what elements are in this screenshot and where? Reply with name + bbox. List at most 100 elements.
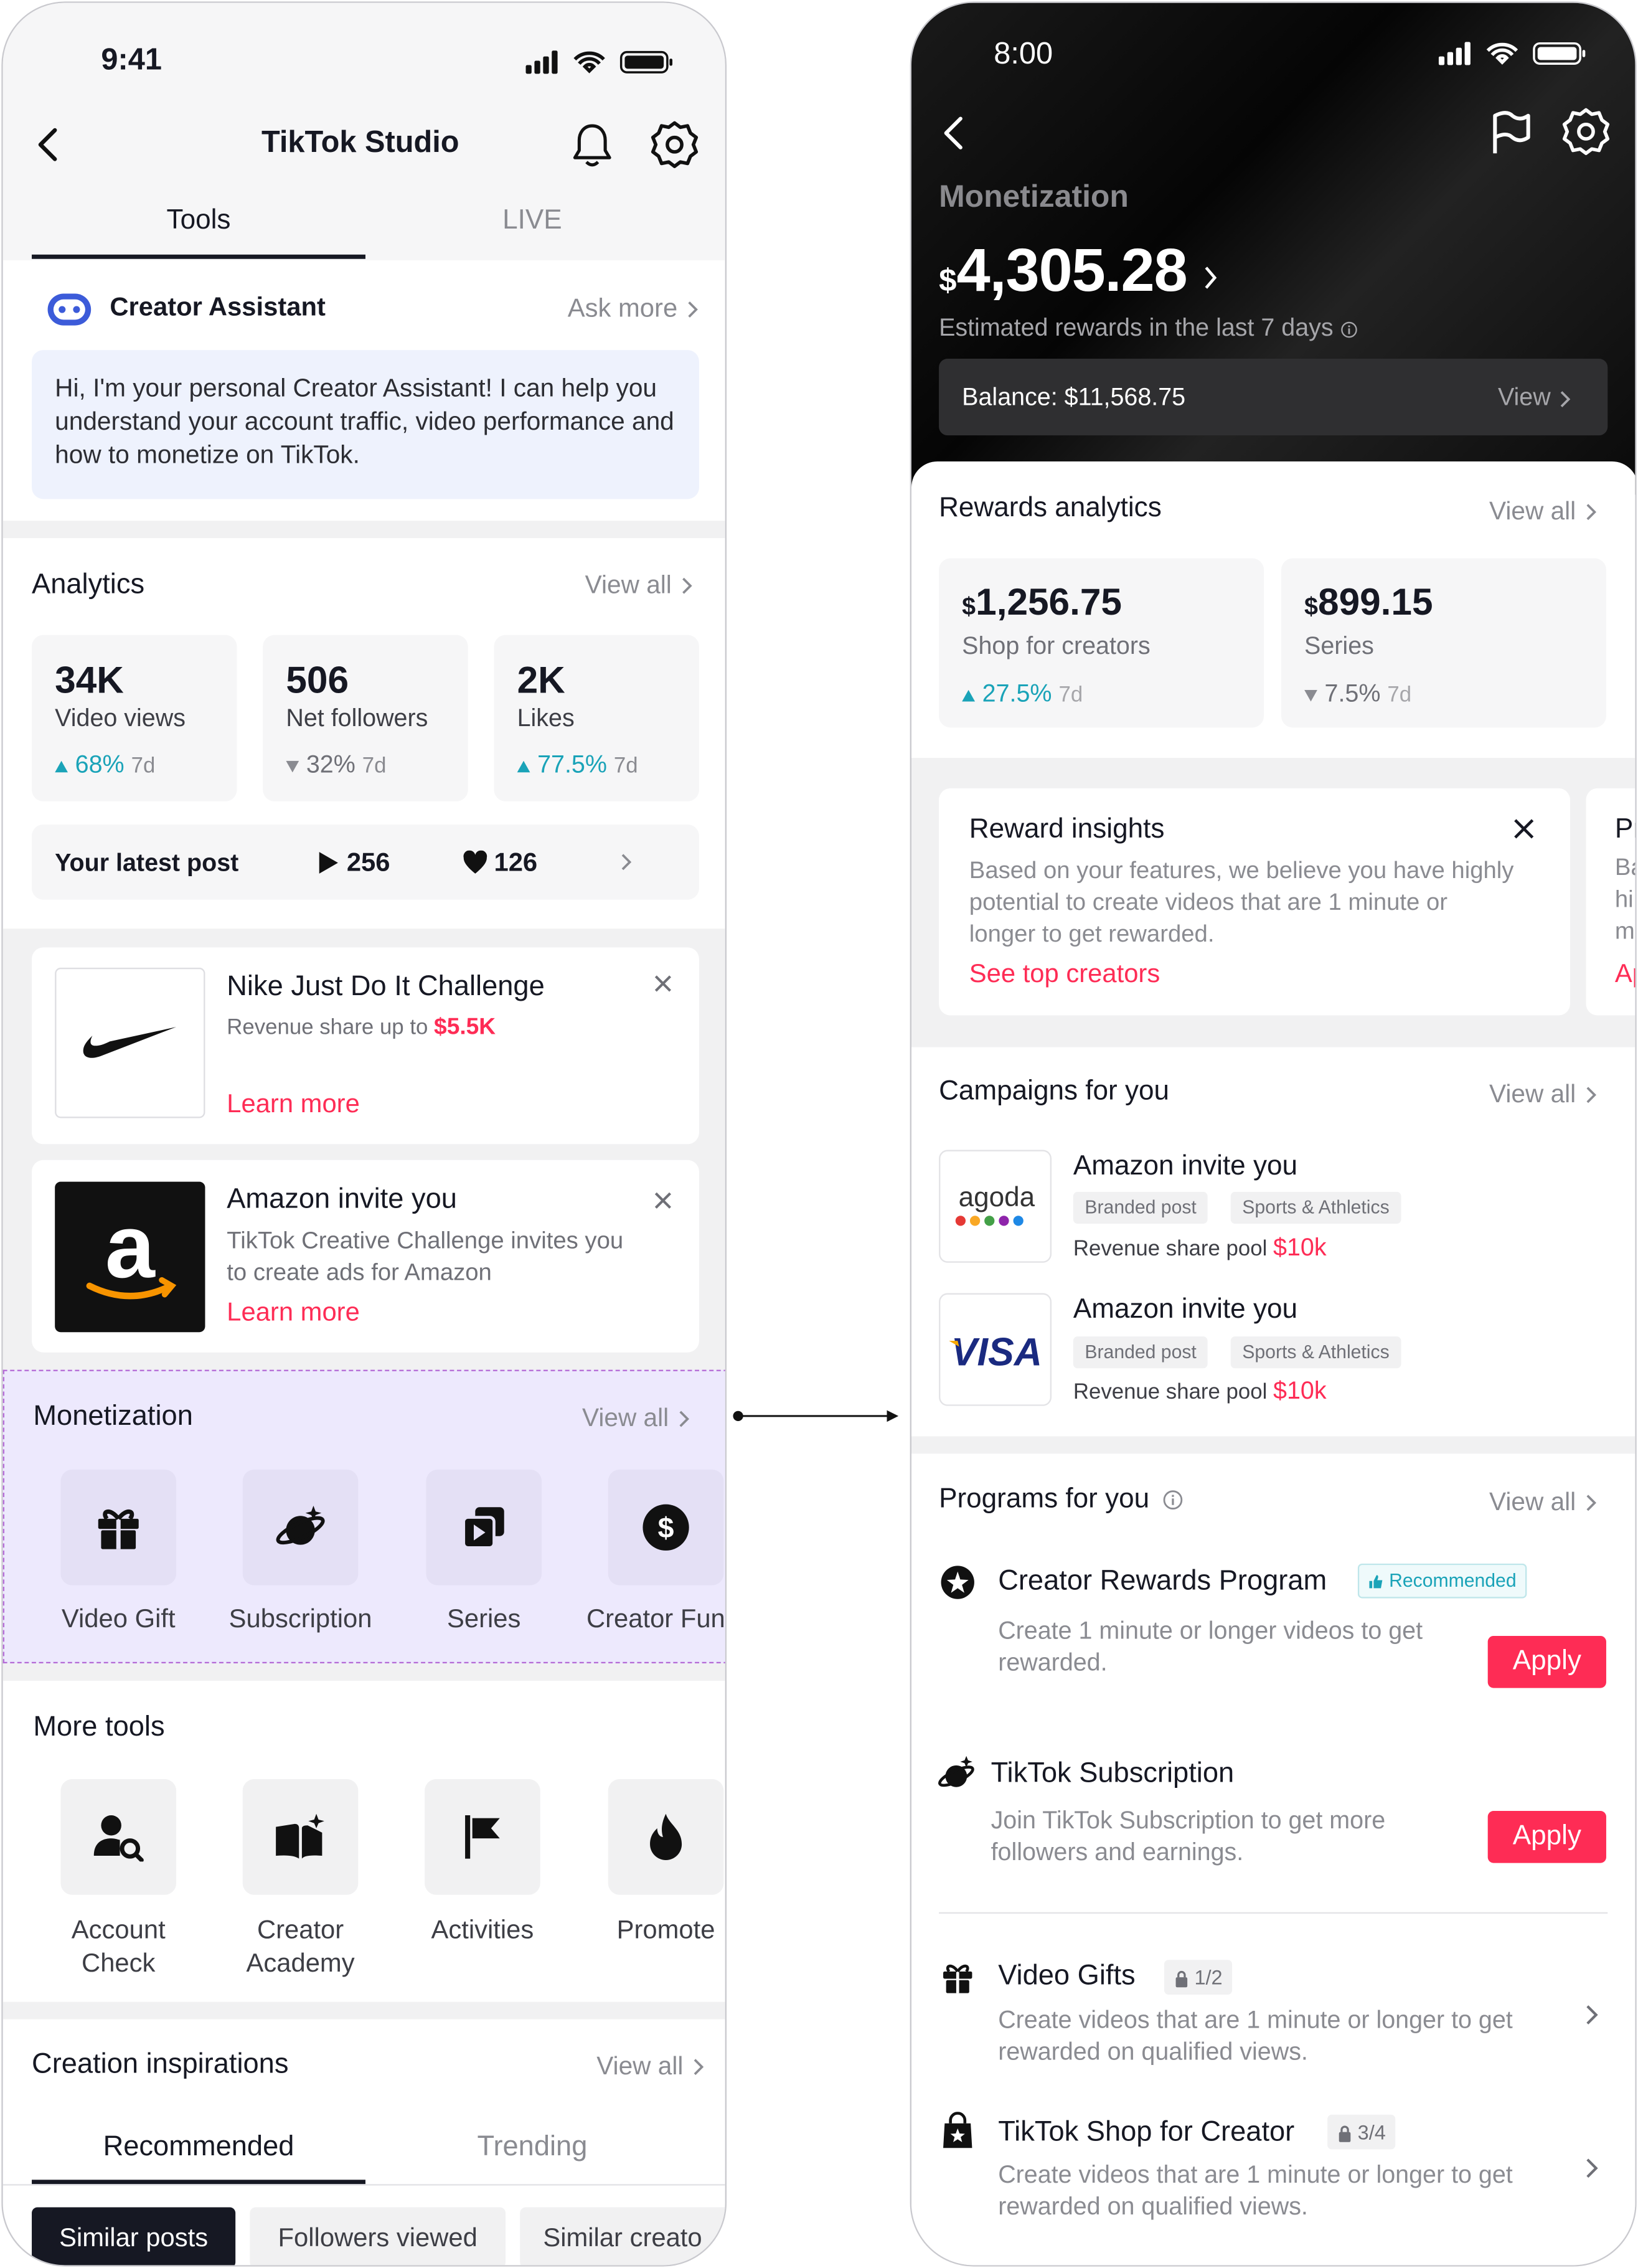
- chevron-right-icon[interactable]: [1583, 2155, 1601, 2181]
- nike-learn-more[interactable]: Learn more: [227, 1089, 360, 1120]
- rewards-view-all[interactable]: View all: [1489, 496, 1598, 527]
- series-tile[interactable]: [426, 1469, 542, 1585]
- reward-change-value: 7.5%: [1324, 679, 1381, 707]
- tab-live[interactable]: LIVE: [365, 206, 699, 237]
- balance-view-label: View: [1497, 383, 1551, 411]
- account-check-tile[interactable]: [60, 1779, 177, 1895]
- tab-tools[interactable]: Tools: [32, 206, 365, 237]
- close-icon[interactable]: [653, 1191, 673, 1211]
- planet-star-icon: [938, 1755, 974, 1787]
- program-title[interactable]: Creator Rewards Program: [998, 1565, 1327, 1598]
- inspirations-view-all[interactable]: View all: [596, 2051, 705, 2082]
- chip-similar-creators[interactable]: Similar creato: [520, 2207, 725, 2266]
- campaigns-view-all[interactable]: View all: [1489, 1079, 1598, 1110]
- reward-value: $1,256.75: [962, 580, 1122, 625]
- back-icon[interactable]: [939, 114, 971, 159]
- book-sparkle-icon: [276, 1813, 324, 1859]
- chip-label: Similar posts: [59, 2223, 209, 2252]
- reward-amount: 1,256.75: [976, 580, 1122, 624]
- program-title[interactable]: Video Gifts: [998, 1960, 1135, 1993]
- gear-icon[interactable]: [1561, 107, 1611, 164]
- latest-post-likes: 126: [494, 848, 538, 877]
- agoda-logo: agoda: [939, 1150, 1052, 1263]
- info-icon[interactable]: [1163, 1490, 1183, 1510]
- chevron-right-icon: [621, 854, 632, 871]
- tab-recommended[interactable]: Recommended: [32, 2130, 365, 2163]
- stat-label: Net followers: [286, 704, 428, 732]
- monetization-view-all[interactable]: View all: [582, 1403, 690, 1434]
- promote-tile[interactable]: [608, 1779, 724, 1895]
- nike-desc: Revenue share up to $5.5K: [227, 1016, 496, 1042]
- info-icon[interactable]: [1340, 321, 1358, 338]
- peek-link: Ap: [1614, 958, 1635, 988]
- recommended-label: Recommended: [1389, 1569, 1517, 1591]
- reward-card[interactable]: $899.15 Series 7.5% 7d: [1281, 558, 1606, 728]
- peek-title: Pr: [1614, 814, 1635, 845]
- visa-logo: VISA: [939, 1293, 1052, 1406]
- stat-card[interactable]: 34K Video views 68% 7d: [32, 635, 237, 801]
- ask-more-link[interactable]: Ask more: [568, 294, 699, 324]
- reward-value: $899.15: [1304, 580, 1433, 625]
- reward-change: 7.5% 7d: [1304, 680, 1411, 709]
- chip-label: Similar creato: [543, 2223, 702, 2252]
- close-icon[interactable]: [653, 973, 673, 994]
- see-top-creators-link[interactable]: See top creators: [969, 959, 1160, 990]
- campaign-title[interactable]: Amazon invite you: [1073, 1151, 1297, 1183]
- total-rewards[interactable]: $4,305.28: [939, 236, 1220, 305]
- creator-fund-tile[interactable]: $: [608, 1469, 724, 1585]
- latest-post-row[interactable]: Your latest post 256 126: [32, 824, 699, 900]
- stat-change-value: 77.5%: [537, 750, 607, 778]
- agoda-wordmark: agoda: [959, 1182, 1035, 1212]
- amazon-promo-card[interactable]: a Amazon invite you TikTok Creative Chal…: [32, 1160, 699, 1353]
- stat-value: 2K: [517, 658, 565, 702]
- programs-title: Programs for you: [939, 1484, 1183, 1516]
- analytics-view-all[interactable]: View all: [585, 570, 694, 600]
- flag-icon[interactable]: [1489, 110, 1533, 164]
- inspirations-view-all-label: View all: [596, 2051, 684, 2081]
- subscription-label: Subscription: [228, 1604, 372, 1633]
- nike-promo-card[interactable]: Nike Just Do It Challenge Revenue share …: [32, 947, 699, 1145]
- promote-label: Promote: [616, 1915, 715, 1944]
- divider: [911, 1436, 1636, 1454]
- chip-followers-viewed[interactable]: Followers viewed: [250, 2207, 506, 2266]
- apply-button[interactable]: Apply: [1487, 1811, 1606, 1863]
- reward-amount: 899.15: [1318, 580, 1433, 624]
- left-phone: 9:41 TikTok Studio Tools LIVE Creator As…: [1, 1, 727, 2267]
- activities-tile[interactable]: [425, 1779, 540, 1895]
- stat-card[interactable]: 2K Likes 77.5% 7d: [494, 635, 699, 801]
- creator-academy-tile[interactable]: [242, 1779, 359, 1895]
- progress-badge: 3/4: [1327, 2114, 1396, 2150]
- program-title[interactable]: TikTok Shop for Creator: [998, 2116, 1294, 2149]
- close-icon[interactable]: [1512, 817, 1535, 840]
- campaign-pool: Revenue share pool $10k: [1073, 1234, 1327, 1262]
- insight-title: Reward insights: [969, 814, 1165, 845]
- triangle-down-icon: [286, 760, 299, 773]
- stat-card[interactable]: 506 Net followers 32% 7d: [263, 635, 468, 801]
- programs-view-all[interactable]: View all: [1489, 1487, 1598, 1518]
- programs-view-all-label: View all: [1489, 1486, 1576, 1516]
- chevron-right-icon[interactable]: [1583, 2002, 1601, 2028]
- reward-card[interactable]: $1,256.75 Shop for creators 27.5% 7d: [939, 558, 1264, 728]
- back-icon[interactable]: [33, 126, 65, 171]
- tab-trending[interactable]: Trending: [365, 2130, 699, 2163]
- connector-arrow: [733, 1410, 899, 1422]
- balance-view[interactable]: View: [1498, 384, 1572, 412]
- assistant-message-box[interactable]: Hi, I'm your personal Creator Assistant!…: [32, 350, 699, 499]
- balance-bar[interactable]: Balance: $11,568.75 View: [939, 359, 1608, 436]
- amazon-learn-more[interactable]: Learn more: [227, 1297, 360, 1328]
- apply-button[interactable]: Apply: [1487, 1635, 1606, 1688]
- video-gift-tile[interactable]: [60, 1469, 177, 1585]
- program-title[interactable]: TikTok Subscription: [991, 1757, 1235, 1790]
- bell-icon[interactable]: [572, 121, 613, 175]
- next-insight-card-peek[interactable]: Pr Ba hi m Ap: [1586, 788, 1636, 1016]
- subscription-tile[interactable]: [242, 1469, 359, 1585]
- campaign-tag: Branded post: [1073, 1336, 1208, 1369]
- chip-similar-posts[interactable]: Similar posts: [32, 2207, 236, 2266]
- campaign-title[interactable]: Amazon invite you: [1073, 1295, 1297, 1326]
- gear-icon[interactable]: [650, 120, 699, 177]
- divider: [2, 1663, 725, 1681]
- gift-icon: [98, 1510, 139, 1549]
- status-time: 9:41: [101, 43, 162, 77]
- reward-insight-card[interactable]: Reward insights Based on your features, …: [939, 788, 1570, 1016]
- total-amount: 4,305.28: [956, 235, 1187, 304]
